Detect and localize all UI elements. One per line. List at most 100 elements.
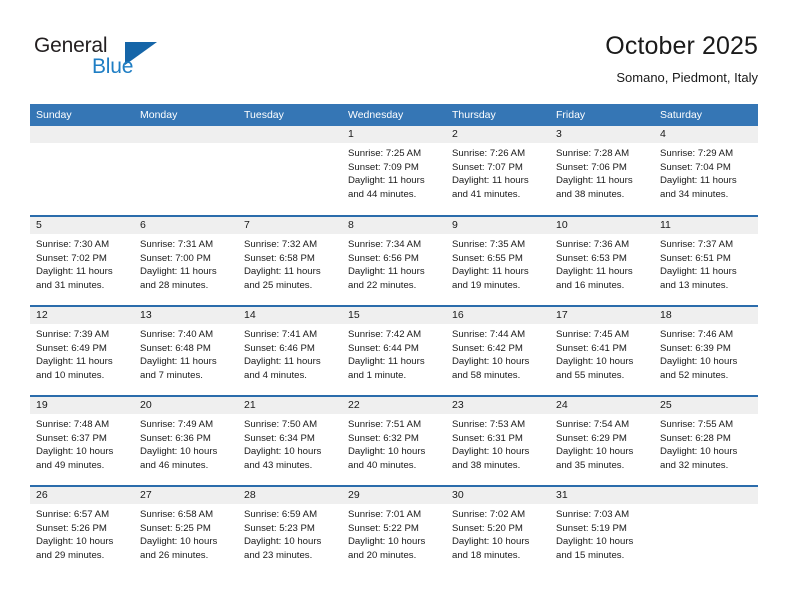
day-detail-daylight-line2: and 40 minutes. [348,459,417,471]
day-number: 9 [446,217,550,234]
day-details: Sunrise: 7:42 AM Sunset: 6:44 PM Daylight:… [342,324,446,382]
day-detail-daylight-line2: and 41 minutes. [452,188,521,200]
day-detail-sunrise: Sunrise: 6:59 AM [244,509,318,520]
day-number: 31 [550,487,654,504]
day-detail-sunrise: Sunrise: 7:50 AM [244,419,318,430]
calendar-day-cell[interactable]: 6 Sunrise: 7:31 AM Sunset: 7:00 PM Daylight… [134,215,238,306]
calendar-cell-empty [30,126,134,216]
day-details: Sunrise: 7:03 AM Sunset: 5:19 PM Daylight:… [550,504,654,562]
calendar-day-cell[interactable]: 21 Sunrise: 7:50 AM Sunset: 6:34 PM Dayligh… [238,395,342,486]
calendar-day-cell[interactable]: 26 Sunrise: 6:57 AM Sunset: 5:26 PM Dayligh… [30,485,134,576]
calendar-day-cell[interactable]: 18 Sunrise: 7:46 AM Sunset: 6:39 PM Dayligh… [654,305,758,396]
title-block: October 2025 Somano, Piedmont, Italy [605,30,758,88]
day-detail-daylight-line2: and 13 minutes. [660,279,729,291]
day-detail-sunrise: Sunrise: 7:26 AM [452,148,526,159]
calendar-day-cell[interactable]: 8 Sunrise: 7:34 AM Sunset: 6:56 PM Daylight… [342,215,446,306]
day-detail-sunrise: Sunrise: 7:49 AM [140,419,214,430]
calendar-day-cell[interactable]: 7 Sunrise: 7:32 AM Sunset: 6:58 PM Daylight… [238,215,342,306]
day-detail-daylight-line2: and 49 minutes. [36,459,105,471]
weekday-header-tuesday: Tuesday [238,104,342,126]
weekday-header-sunday: Sunday [30,104,134,126]
calendar-day-cell[interactable]: 2 Sunrise: 7:26 AM Sunset: 7:07 PM Daylight… [446,126,550,216]
calendar-day-cell[interactable]: 12 Sunrise: 7:39 AM Sunset: 6:49 PM Dayligh… [30,305,134,396]
day-detail-daylight-line1: Daylight: 11 hours [660,175,737,186]
day-details: Sunrise: 7:36 AM Sunset: 6:53 PM Daylight:… [550,234,654,292]
calendar-day-cell[interactable]: 28 Sunrise: 6:59 AM Sunset: 5:23 PM Dayligh… [238,485,342,576]
day-detail-daylight-line2: and 19 minutes. [452,279,521,291]
calendar-day-cell[interactable]: 31 Sunrise: 7:03 AM Sunset: 5:19 PM Dayligh… [550,485,654,576]
calendar-day-cell[interactable]: 10 Sunrise: 7:36 AM Sunset: 6:53 PM Dayligh… [550,215,654,306]
day-detail-daylight-line2: and 22 minutes. [348,279,417,291]
day-detail-sunrise: Sunrise: 7:44 AM [452,329,526,340]
calendar-day-cell[interactable]: 27 Sunrise: 6:58 AM Sunset: 5:25 PM Dayligh… [134,485,238,576]
day-number: 3 [550,126,654,143]
page-header: General Blue October 2025 Somano, Piedmo… [0,0,792,100]
calendar-day-cell[interactable]: 11 Sunrise: 7:37 AM Sunset: 6:51 PM Dayligh… [654,215,758,306]
day-details: Sunrise: 7:40 AM Sunset: 6:48 PM Daylight:… [134,324,238,382]
day-detail-daylight-line1: Daylight: 11 hours [36,356,113,367]
calendar-day-cell[interactable]: 4 Sunrise: 7:29 AM Sunset: 7:04 PM Daylight… [654,126,758,216]
weekday-header-saturday: Saturday [654,104,758,126]
day-details: Sunrise: 7:35 AM Sunset: 6:55 PM Daylight:… [446,234,550,292]
day-detail-sunrise: Sunrise: 7:37 AM [660,239,734,250]
day-detail-daylight-line1: Daylight: 10 hours [556,446,634,457]
day-detail-sunset: Sunset: 6:41 PM [556,342,627,354]
calendar-day-cell[interactable]: 25 Sunrise: 7:55 AM Sunset: 6:28 PM Dayligh… [654,395,758,486]
day-number: 14 [238,307,342,324]
calendar-day-cell[interactable]: 20 Sunrise: 7:49 AM Sunset: 6:36 PM Dayligh… [134,395,238,486]
day-number: 21 [238,397,342,414]
calendar-day-cell[interactable]: 3 Sunrise: 7:28 AM Sunset: 7:06 PM Daylight… [550,126,654,216]
day-detail-daylight-line1: Daylight: 11 hours [244,356,321,367]
day-number: 16 [446,307,550,324]
day-detail-daylight-line2: and 32 minutes. [660,459,729,471]
day-detail-daylight-line1: Daylight: 10 hours [244,446,322,457]
day-detail-sunrise: Sunrise: 6:57 AM [36,509,110,520]
calendar-day-cell[interactable]: 17 Sunrise: 7:45 AM Sunset: 6:41 PM Dayligh… [550,305,654,396]
day-detail-daylight-line2: and 43 minutes. [244,459,313,471]
day-number: 26 [30,487,134,504]
calendar-day-cell[interactable]: 16 Sunrise: 7:44 AM Sunset: 6:42 PM Dayligh… [446,305,550,396]
day-detail-sunset: Sunset: 6:51 PM [660,252,731,264]
calendar-day-cell[interactable]: 1 Sunrise: 7:25 AM Sunset: 7:09 PM Daylight… [342,126,446,216]
day-detail-daylight-line2: and 18 minutes. [452,549,521,561]
calendar-day-cell[interactable]: 9 Sunrise: 7:35 AM Sunset: 6:55 PM Daylight… [446,215,550,306]
calendar-day-cell[interactable]: 5 Sunrise: 7:30 AM Sunset: 7:02 PM Daylight… [30,215,134,306]
calendar-day-cell[interactable]: 23 Sunrise: 7:53 AM Sunset: 6:31 PM Dayligh… [446,395,550,486]
calendar-day-cell[interactable]: 14 Sunrise: 7:41 AM Sunset: 6:46 PM Dayligh… [238,305,342,396]
day-detail-daylight-line1: Daylight: 10 hours [348,446,426,457]
calendar-day-cell[interactable]: 22 Sunrise: 7:51 AM Sunset: 6:32 PM Dayligh… [342,395,446,486]
day-detail-sunset: Sunset: 6:42 PM [452,342,523,354]
calendar-day-cell[interactable]: 15 Sunrise: 7:42 AM Sunset: 6:44 PM Dayligh… [342,305,446,396]
day-detail-daylight-line2: and 38 minutes. [452,459,521,471]
calendar-day-cell[interactable]: 19 Sunrise: 7:48 AM Sunset: 6:37 PM Dayligh… [30,395,134,486]
day-detail-daylight-line1: Daylight: 10 hours [660,356,738,367]
calendar-day-cell[interactable]: 13 Sunrise: 7:40 AM Sunset: 6:48 PM Dayligh… [134,305,238,396]
day-details: Sunrise: 7:32 AM Sunset: 6:58 PM Daylight:… [238,234,342,292]
day-detail-sunset: Sunset: 5:22 PM [348,522,419,534]
calendar-week-row: 19 Sunrise: 7:48 AM Sunset: 6:37 PM Dayligh… [30,395,758,486]
day-detail-sunset: Sunset: 5:26 PM [36,522,107,534]
calendar-week-row: 26 Sunrise: 6:57 AM Sunset: 5:26 PM Dayligh… [30,485,758,576]
day-details: Sunrise: 7:39 AM Sunset: 6:49 PM Daylight:… [30,324,134,382]
day-detail-sunset: Sunset: 5:20 PM [452,522,523,534]
day-detail-daylight-line2: and 7 minutes. [140,369,203,381]
day-detail-sunset: Sunset: 6:49 PM [36,342,107,354]
day-detail-sunrise: Sunrise: 7:53 AM [452,419,526,430]
calendar-day-cell[interactable]: 29 Sunrise: 7:01 AM Sunset: 5:22 PM Dayligh… [342,485,446,576]
day-detail-sunrise: Sunrise: 7:54 AM [556,419,630,430]
day-details: Sunrise: 7:31 AM Sunset: 7:00 PM Daylight:… [134,234,238,292]
day-detail-daylight-line1: Daylight: 11 hours [140,356,217,367]
brand-logo[interactable]: General Blue [34,34,234,84]
day-details: Sunrise: 7:44 AM Sunset: 6:42 PM Daylight:… [446,324,550,382]
calendar-page: General Blue October 2025 Somano, Piedmo… [0,0,792,612]
weekday-header-row: Sunday Monday Tuesday Wednesday Thursday… [30,104,758,126]
calendar-day-cell[interactable]: 24 Sunrise: 7:54 AM Sunset: 6:29 PM Dayligh… [550,395,654,486]
day-detail-sunrise: Sunrise: 7:39 AM [36,329,110,340]
day-number: 23 [446,397,550,414]
day-detail-sunrise: Sunrise: 7:36 AM [556,239,630,250]
calendar-day-cell[interactable]: 30 Sunrise: 7:02 AM Sunset: 5:20 PM Dayligh… [446,485,550,576]
day-detail-sunrise: Sunrise: 7:29 AM [660,148,734,159]
day-details: Sunrise: 7:02 AM Sunset: 5:20 PM Daylight:… [446,504,550,562]
day-number: 29 [342,487,446,504]
day-detail-daylight-line2: and 28 minutes. [140,279,209,291]
